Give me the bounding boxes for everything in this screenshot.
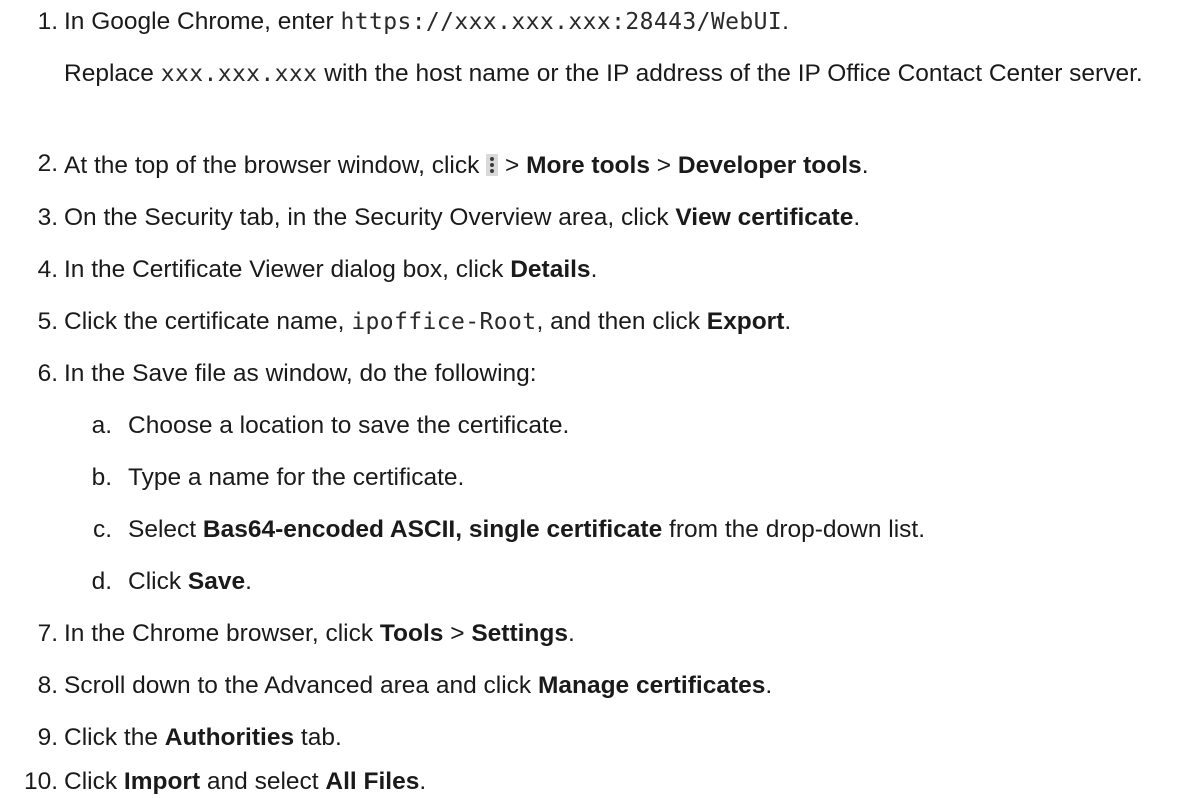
substep-text: Choose a location to save the certificat… [128,412,570,439]
step-text: Click Import and select All Files. [64,766,1167,798]
save-label: Save [187,568,246,595]
step-number: 5. [37,308,58,335]
substep-number: a. [91,412,112,439]
substep-text: Click Save. [128,566,252,598]
substep-suffix: from the drop-down list. [662,516,926,543]
step-text-prefix: In the Chrome browser, click [64,620,380,647]
step-number: 10. [23,768,58,795]
view-certificate-label: View certificate [675,204,854,231]
step-text-suffix: . [782,8,789,35]
step-text: In Google Chrome, enter https://xxx.xxx.… [64,6,1167,38]
step-text: In the Chrome browser, click Tools > Set… [64,618,1167,650]
step-text: Scroll down to the Advanced area and cli… [64,670,1167,702]
step-text-middle: and select [200,768,326,795]
step-text-suffix: . [590,256,598,283]
more-vert-icon [486,154,499,176]
step-1: 1. In Google Chrome, enter https://xxx.x… [0,0,1177,140]
step-number: 3. [37,204,58,231]
export-label: Export [706,308,785,335]
note-prefix: Replace [64,60,161,87]
encoding-option-label: Bas64-encoded ASCII, single certificate [202,516,663,543]
step-text: At the top of the browser window, click … [64,150,1167,182]
url-code: https://xxx.xxx.xxx:28443/WebUI [340,9,783,35]
step-text-suffix: . [861,152,869,179]
separator: > [443,620,472,647]
substep-number: c. [92,516,112,543]
step-text-prefix: In Google Chrome, enter [64,8,341,35]
manage-certificates-label: Manage certificates [537,672,766,699]
step-5: 5. Click the certificate name, ipoffice-… [0,306,1177,346]
step-number: 7. [37,620,58,647]
step-text: On the Security tab, in the Security Ove… [64,202,1167,234]
menu-more-tools: More tools [526,152,650,179]
substep-number: d. [91,568,112,595]
substep-prefix: Select [128,516,203,543]
step-2: 2. At the top of the browser window, cli… [0,148,1177,188]
settings-label: Settings [471,620,568,647]
step-text: Click the Authorities tab. [64,722,1167,754]
step-text-suffix: . [765,672,773,699]
note-suffix: with the host name or the IP address of … [317,60,1143,87]
authorities-label: Authorities [164,724,295,751]
step-8: 8. Scroll down to the Advanced area and … [0,670,1177,710]
step-4: 4. In the Certificate Viewer dialog box,… [0,254,1177,294]
step-number: 1. [37,8,58,35]
step-note: Replace xxx.xxx.xxx with the host name o… [64,58,1164,90]
all-files-label: All Files [325,768,420,795]
step-9: 9. Click the Authorities tab. [0,722,1177,762]
substep-suffix: . [245,568,252,595]
step-3: 3. On the Security tab, in the Security … [0,202,1177,242]
host-placeholder-code: xxx.xxx.xxx [160,61,318,87]
import-label: Import [123,768,201,795]
step-10: 10. Click Import and select All Files. [0,766,1177,798]
step-text-prefix: Click the certificate name, [64,308,352,335]
step-text: Click the certificate name, ipoffice-Roo… [64,306,1167,338]
details-label: Details [510,256,591,283]
substep-number: b. [91,464,112,491]
step-text-suffix: tab. [294,724,342,751]
step-text-prefix: In the Certificate Viewer dialog box, cl… [64,256,511,283]
step-text: In the Certificate Viewer dialog box, cl… [64,254,1167,286]
step-text-prefix: Click the [64,724,165,751]
step-text-prefix: At the top of the browser window, click [64,152,487,179]
menu-developer-tools: Developer tools [677,152,862,179]
substep-text: Type a name for the certificate. [128,464,465,491]
separator: > [649,152,678,179]
step-text-prefix: Click [64,768,124,795]
step-text-suffix: . [784,308,792,335]
step-number: 4. [37,256,58,283]
step-text-prefix: On the Security tab, in the Security Ove… [64,204,676,231]
step-number: 6. [37,360,58,387]
step-number: 2. [37,150,58,177]
substep-text: Select Bas64-encoded ASCII, single certi… [128,514,925,546]
step-number: 8. [37,672,58,699]
step-text: In the Save file as window, do the follo… [64,360,537,387]
tools-label: Tools [379,620,444,647]
step-text-suffix: . [568,620,575,647]
substep-prefix: Click [128,568,188,595]
step-text-prefix: Scroll down to the Advanced area and cli… [64,672,538,699]
step-text-middle: , and then click [536,308,707,335]
step-7: 7. In the Chrome browser, click Tools > … [0,618,1177,658]
step-text-suffix: . [419,768,427,795]
certificate-name-code: ipoffice-Root [351,309,537,335]
step-text-suffix: . [853,204,861,231]
step-number: 9. [37,724,58,751]
separator: > [498,152,527,179]
step-6: 6. In the Save file as window, do the fo… [0,358,1177,608]
